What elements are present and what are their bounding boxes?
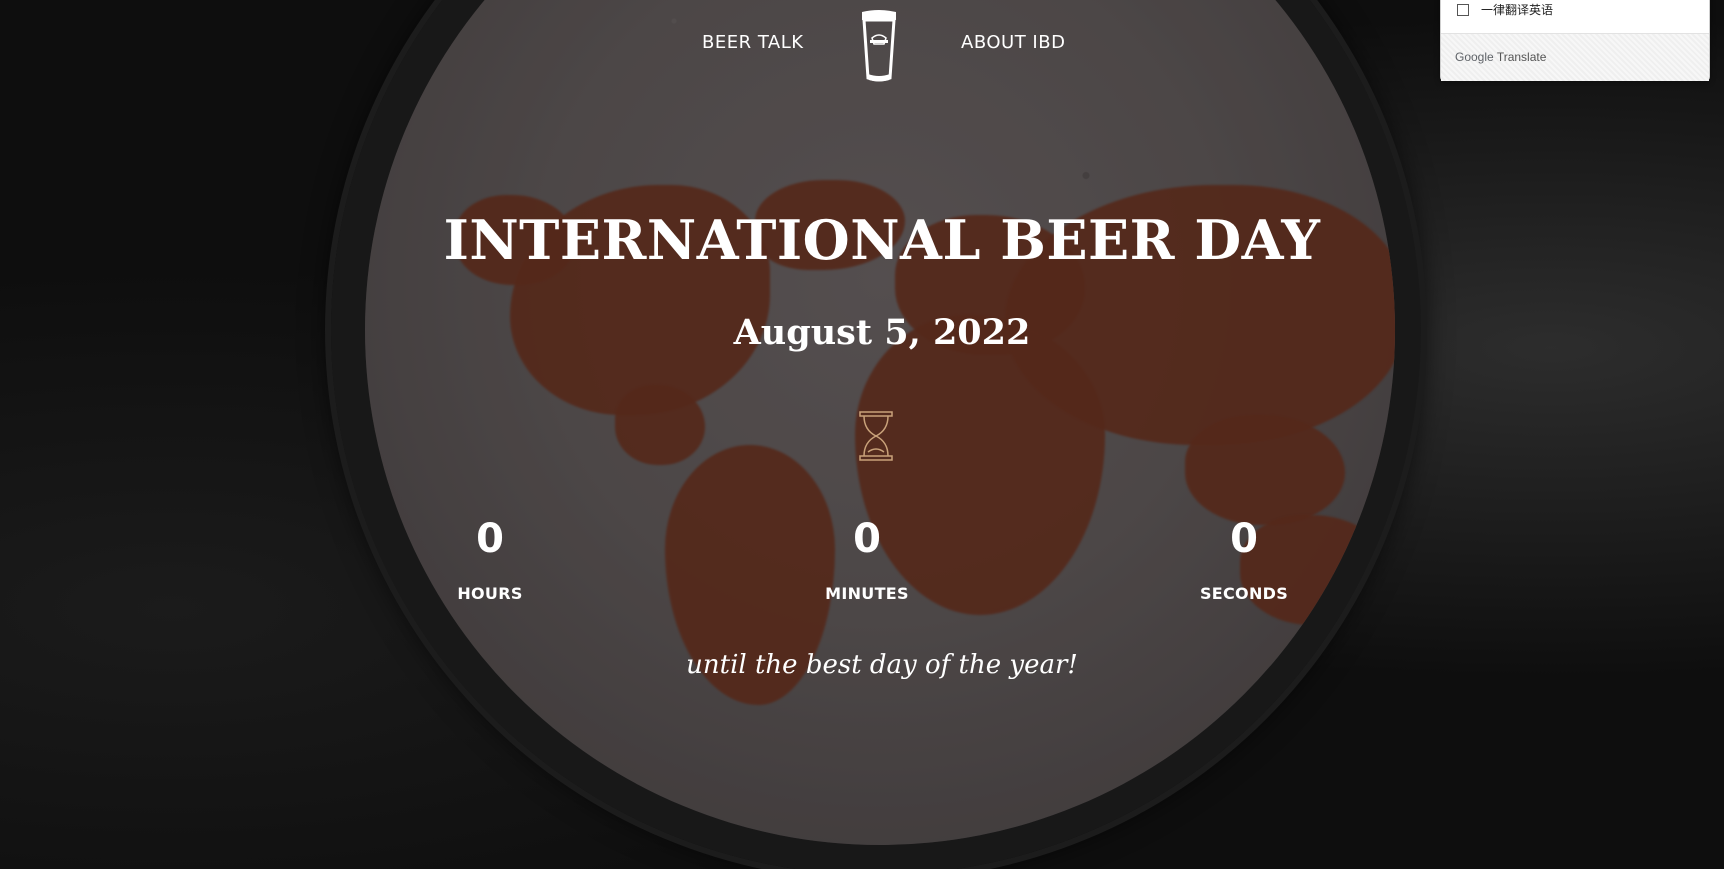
always-translate-option[interactable]: 一律翻译英语 — [1457, 1, 1553, 18]
event-date: August 5, 2022 — [733, 312, 1031, 353]
page: BEER TALK ABOUT IBD INTERNATIONAL BEER D… — [0, 0, 1724, 869]
hours-value: 0 — [476, 516, 504, 562]
page-title: INTERNATIONAL BEER DAY — [443, 208, 1321, 272]
minutes-value: 0 — [853, 516, 881, 562]
countdown-hours: 0 HOURS — [400, 512, 580, 603]
minutes-label: MINUTES — [825, 584, 909, 603]
google-translate-brand[interactable]: Google Translate — [1455, 50, 1546, 64]
seconds-value: 0 — [1230, 516, 1258, 562]
countdown-minutes: 0 MINUTES — [777, 512, 957, 603]
brand-google-text: Google — [1455, 50, 1494, 64]
always-translate-label: 一律翻译英语 — [1481, 3, 1554, 17]
brand-translate-text: Translate — [1496, 50, 1547, 64]
countdown-seconds: 0 SECONDS — [1154, 512, 1334, 603]
hours-label: HOURS — [457, 584, 523, 603]
hourglass-icon — [858, 410, 894, 462]
beer-glass-icon[interactable] — [858, 8, 900, 82]
tagline: until the best day of the year! — [686, 650, 1078, 680]
seconds-label: SECONDS — [1199, 584, 1289, 603]
always-translate-checkbox[interactable] — [1457, 3, 1469, 16]
translate-footer: Google Translate — [1441, 33, 1709, 81]
nav-about-ibd-link[interactable]: ABOUT IBD — [961, 32, 1065, 53]
nav-beer-talk-link[interactable]: BEER TALK — [702, 32, 804, 53]
google-translate-popup: 一律翻译英语 Google Translate — [1440, 0, 1710, 81]
